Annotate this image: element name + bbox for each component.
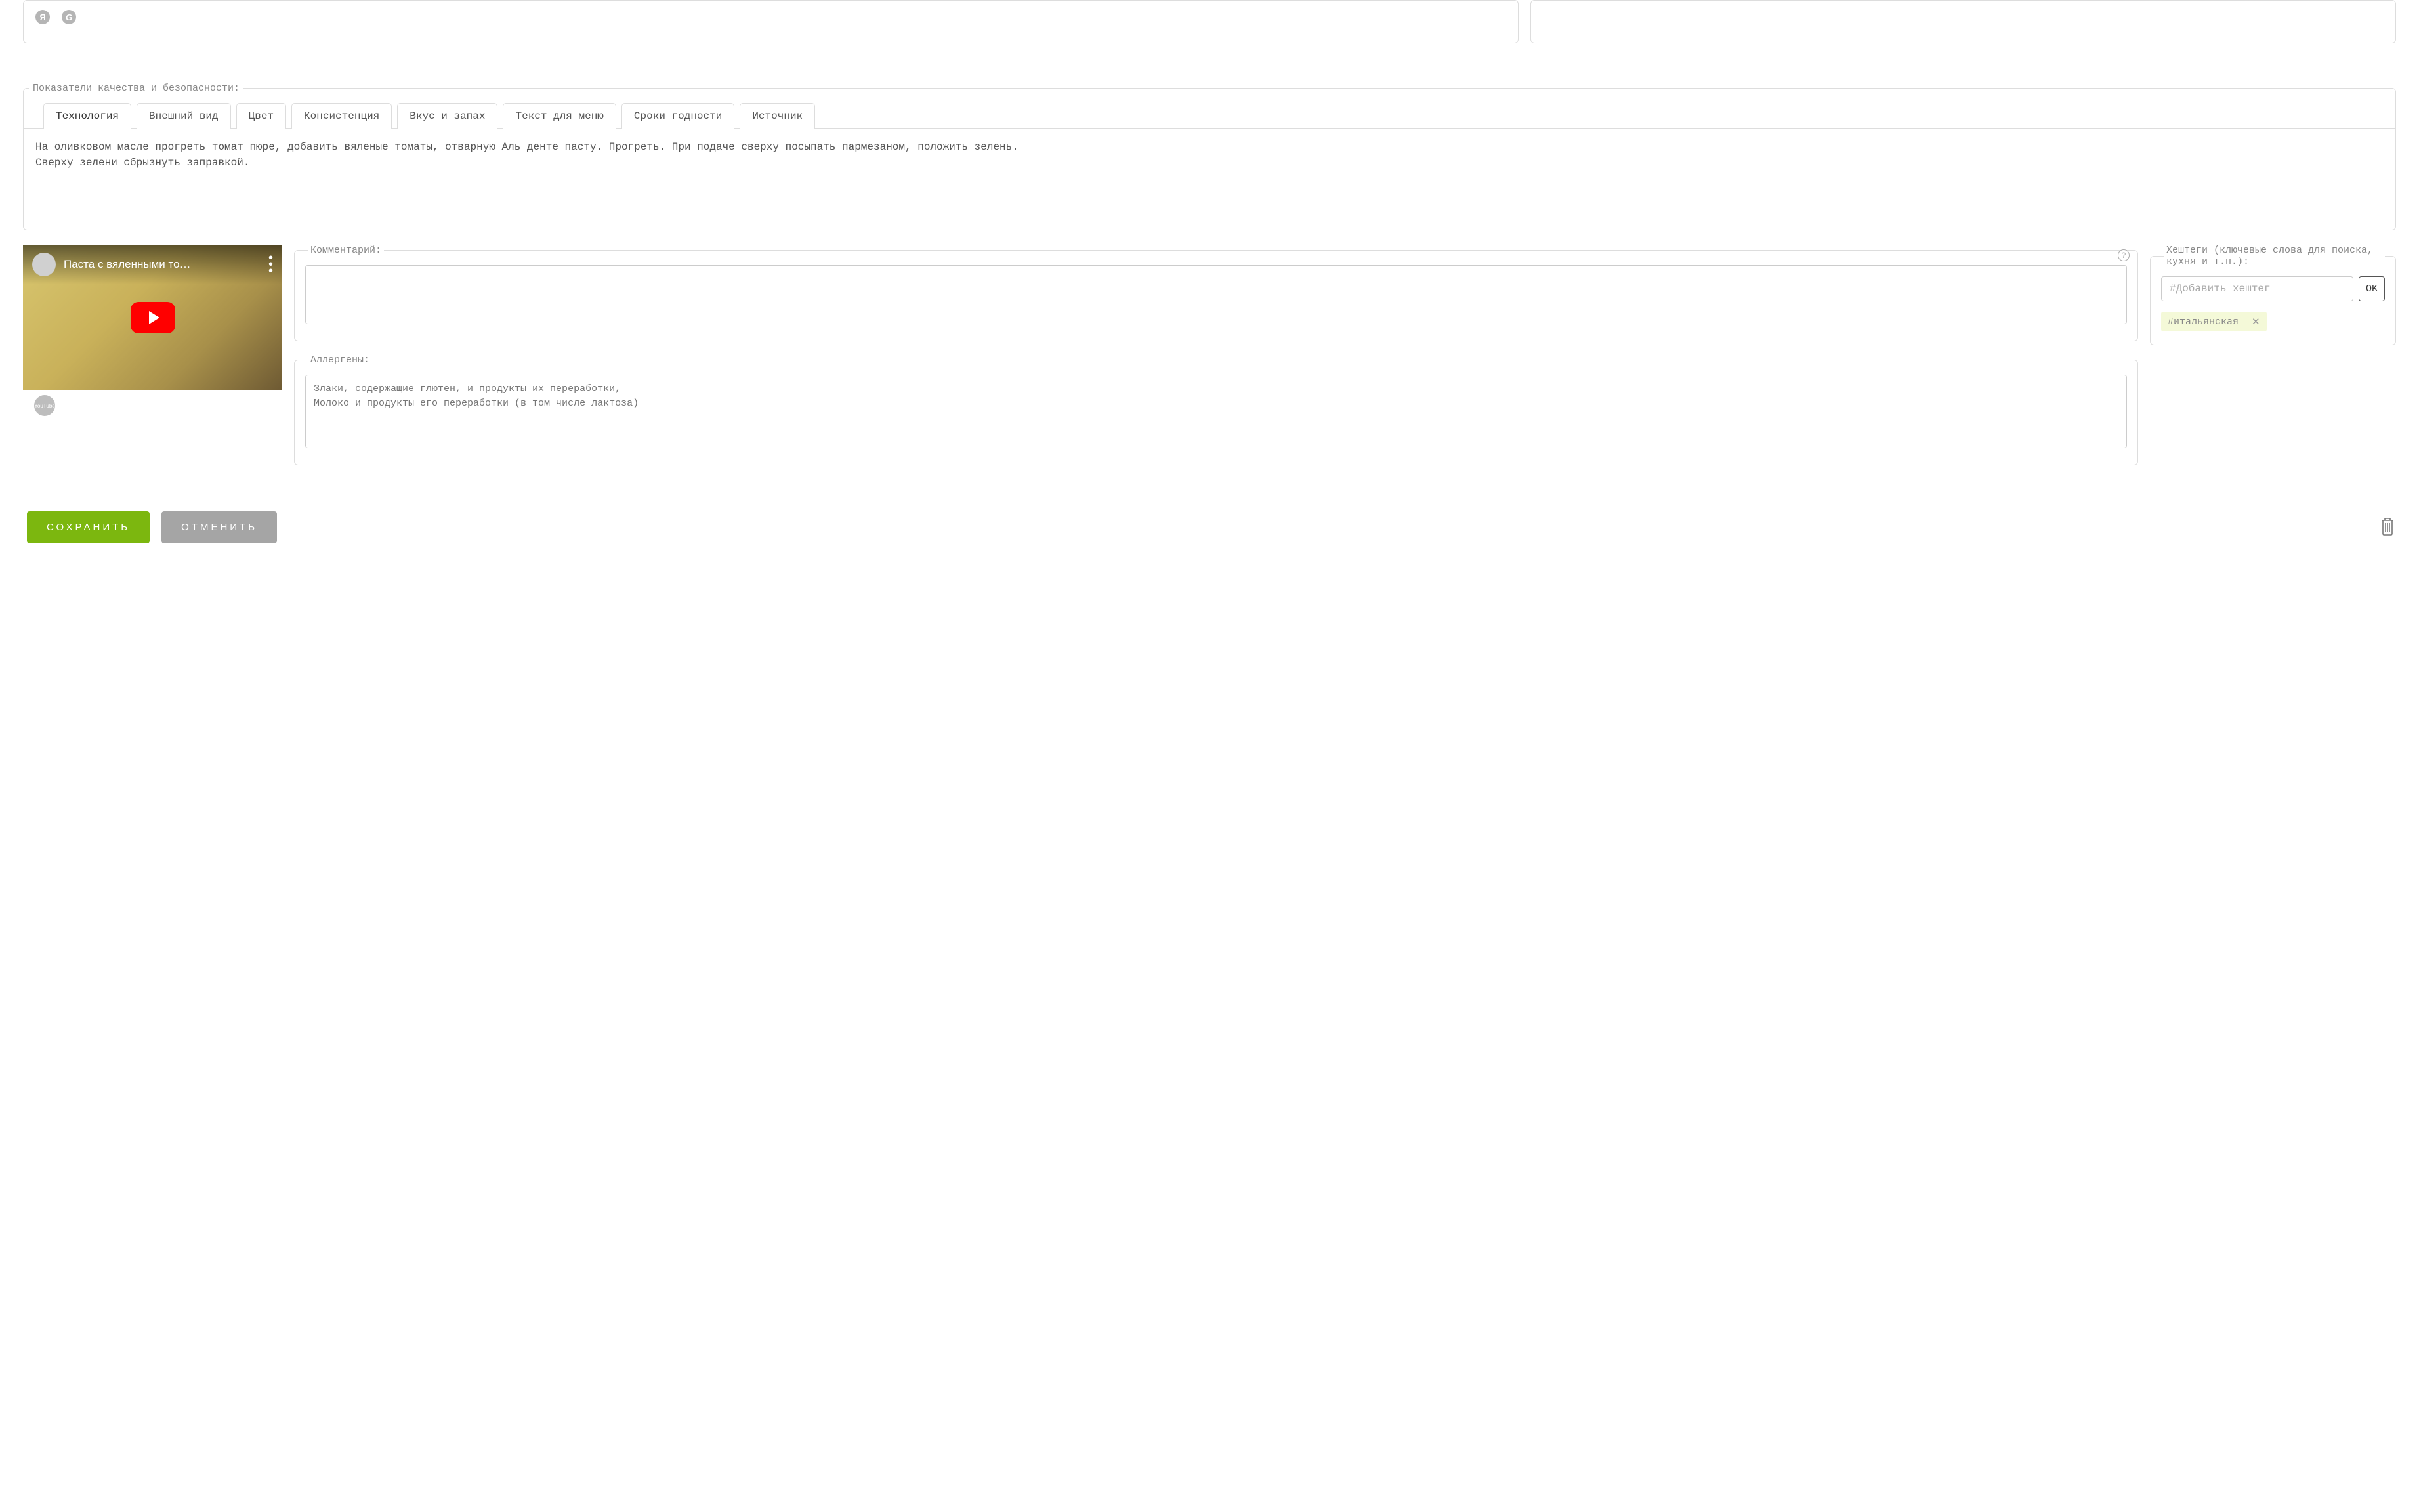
tab-taste-smell[interactable]: Вкус и запах <box>397 103 497 129</box>
hashtags-legend: Хештеги (ключевые слова для поиска, кухн… <box>2164 245 2385 267</box>
hashtag-remove-icon[interactable]: ✕ <box>2252 316 2260 327</box>
allergens-legend: Аллергены: <box>308 354 372 366</box>
youtube-badge-icon[interactable]: YouTube <box>34 395 55 416</box>
cancel-button[interactable]: ОТМЕНИТЬ <box>161 511 277 543</box>
hashtag-chip: #итальянская ✕ <box>2161 312 2267 331</box>
video-channel-avatar[interactable] <box>32 253 56 276</box>
allergens-fieldset: Аллергены: <box>294 354 2138 465</box>
comment-textarea[interactable] <box>305 265 2127 324</box>
quality-legend: Показатели качества и безопасности: <box>29 83 243 94</box>
video-title: Паста с вяленными то… <box>64 258 268 271</box>
quality-tab-content[interactable]: На оливковом масле прогреть томат пюре, … <box>24 128 2395 230</box>
hashtag-chip-label: #итальянская <box>2168 316 2239 327</box>
hashtags-fieldset: Хештеги (ключевые слова для поиска, кухн… <box>2150 245 2396 345</box>
google-icon[interactable]: G <box>62 10 76 24</box>
play-icon <box>149 311 159 324</box>
hashtag-input[interactable] <box>2161 276 2353 301</box>
delete-icon[interactable] <box>2379 515 2396 539</box>
video-overlay: Паста с вяленными то… ••• <box>23 245 282 284</box>
comments-column: Комментарий: ? Аллергены: <box>294 245 2138 465</box>
video-menu-icon[interactable]: ••• <box>268 255 273 274</box>
top-card-right <box>1530 0 2396 43</box>
tab-appearance[interactable]: Внешний вид <box>137 103 231 129</box>
save-button[interactable]: СОХРАНИТЬ <box>27 511 150 543</box>
comment-fieldset: Комментарий: ? <box>294 245 2138 341</box>
tab-menu-text[interactable]: Текст для меню <box>503 103 616 129</box>
top-cards-row: Я G <box>23 0 2396 43</box>
top-card-left: Я G <box>23 0 1519 43</box>
play-button[interactable] <box>131 302 175 333</box>
quality-fieldset: Показатели качества и безопасности: Техн… <box>23 83 2396 230</box>
tab-technology[interactable]: Технология <box>43 103 131 129</box>
video-thumbnail[interactable]: Паста с вяленными то… ••• <box>23 245 282 390</box>
allergens-textarea[interactable] <box>305 375 2127 448</box>
tab-consistency[interactable]: Консистенция <box>291 103 392 129</box>
tab-shelf-life[interactable]: Сроки годности <box>621 103 734 129</box>
yandex-icon[interactable]: Я <box>35 10 50 24</box>
tab-source[interactable]: Источник <box>740 103 815 129</box>
bottom-actions: СОХРАНИТЬ ОТМЕНИТЬ <box>23 511 2396 543</box>
hashtag-ok-button[interactable]: OK <box>2359 276 2385 301</box>
search-engine-icons: Я G <box>35 10 1506 24</box>
mid-row: Паста с вяленными то… ••• YouTube Коммен… <box>23 245 2396 465</box>
hashtag-input-row: OK <box>2161 276 2385 301</box>
quality-tabs: Технология Внешний вид Цвет Консистенция… <box>24 103 2395 129</box>
help-icon[interactable]: ? <box>2118 249 2130 261</box>
comment-legend: Комментарий: <box>308 245 384 256</box>
tab-color[interactable]: Цвет <box>236 103 286 129</box>
video-column: Паста с вяленными то… ••• YouTube <box>23 245 282 416</box>
